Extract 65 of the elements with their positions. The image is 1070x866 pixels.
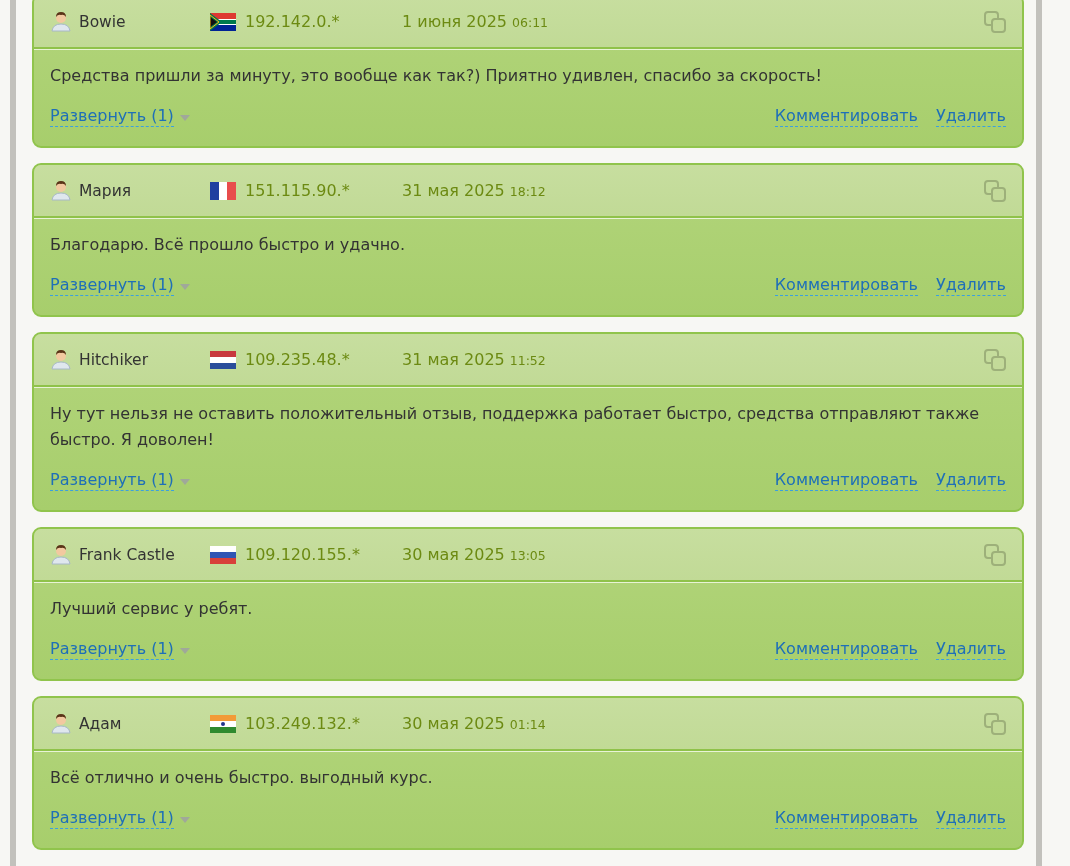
- ip-address: 192.142.0.*: [245, 12, 340, 31]
- review-text: Лучший сервис у ребят.: [50, 598, 254, 620]
- user-icon: [50, 713, 72, 734]
- review-date: 30 мая 2025: [402, 714, 505, 733]
- review-date: 31 мая 2025: [402, 181, 505, 200]
- action-link[interactable]: Комментировать: [774, 808, 918, 829]
- expand-link[interactable]: Развернуть (1): [50, 470, 174, 491]
- review-text: Благодарю. Всё прошло быстро и удачно.: [50, 234, 406, 256]
- action-link[interactable]: Удалить: [936, 106, 1006, 127]
- action-link[interactable]: Удалить: [936, 275, 1006, 296]
- copy-icon: [984, 10, 1006, 33]
- ip-address: 109.235.48.*: [245, 350, 350, 369]
- action-link[interactable]: Комментировать: [774, 106, 918, 127]
- user-icon: [50, 11, 72, 32]
- flag-icon: [210, 350, 236, 369]
- flag-icon: [210, 545, 236, 564]
- ip-address: 151.115.90.*: [245, 181, 350, 200]
- action-link[interactable]: Комментировать: [774, 639, 918, 660]
- review-date: 1 июня 2025: [402, 12, 508, 31]
- user-icon: [50, 544, 72, 565]
- copy-icon: [984, 348, 1006, 371]
- caret-icon: [179, 284, 190, 290]
- review-date: 31 мая 2025: [402, 350, 505, 369]
- caret-icon: [179, 479, 190, 485]
- author-name: Bowie: [79, 12, 126, 31]
- copy-button[interactable]: [984, 179, 1006, 202]
- action-link[interactable]: Удалить: [936, 639, 1006, 660]
- copy-icon: [984, 543, 1006, 566]
- review-date: 30 мая 2025: [402, 545, 505, 564]
- caret-icon: [179, 115, 190, 121]
- flag-icon: [210, 714, 236, 733]
- review-text: Ну тут нельзя не оставить положительный отзыв, поддержка работает быстро, средства отправляют также быстро. Я доволен!: [50, 403, 981, 451]
- review-time: 13:05: [509, 548, 546, 563]
- copy-icon: [984, 712, 1006, 735]
- ip-address: 109.120.155.*: [245, 545, 360, 564]
- review-time: 18:12: [509, 184, 546, 199]
- copy-button[interactable]: [984, 10, 1006, 33]
- author-name: Frank Castle: [79, 545, 175, 564]
- user-icon: [50, 180, 72, 201]
- review-text: Всё отлично и очень быстро. выгодный курс.: [50, 767, 434, 789]
- review-time: 01:14: [509, 717, 546, 732]
- action-link[interactable]: Удалить: [936, 808, 1006, 829]
- copy-button[interactable]: [984, 712, 1006, 735]
- copy-button[interactable]: [984, 348, 1006, 371]
- author-name: Адам: [79, 714, 122, 733]
- author-name: Мария: [79, 181, 132, 200]
- expand-link[interactable]: Развернуть (1): [50, 275, 174, 296]
- flag-icon: [210, 12, 236, 31]
- review-time: 11:52: [509, 353, 546, 368]
- ip-address: 103.249.132.*: [245, 714, 360, 733]
- author-name: Hitchiker: [79, 350, 149, 369]
- user-icon: [50, 349, 72, 370]
- review-text: Средства пришли за минуту, это вообще как так?) Приятно удивлен, спасибо за скорость!: [50, 65, 823, 87]
- review-time: 06:11: [512, 15, 549, 30]
- copy-icon: [984, 179, 1006, 202]
- expand-link[interactable]: Развернуть (1): [50, 639, 174, 660]
- flag-icon: [210, 181, 236, 200]
- caret-icon: [179, 817, 190, 823]
- expand-link[interactable]: Развернуть (1): [50, 106, 174, 127]
- action-link[interactable]: Удалить: [936, 470, 1006, 491]
- copy-button[interactable]: [984, 543, 1006, 566]
- caret-icon: [179, 648, 190, 654]
- action-link[interactable]: Комментировать: [774, 470, 918, 491]
- action-link[interactable]: Комментировать: [774, 275, 918, 296]
- expand-link[interactable]: Развернуть (1): [50, 808, 174, 829]
